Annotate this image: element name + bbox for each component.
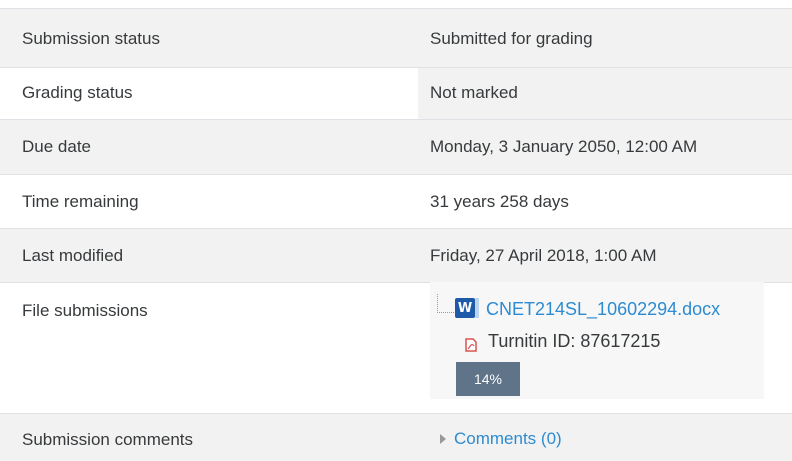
table-row: Due date Monday, 3 January 2050, 12:00 A… (0, 119, 792, 174)
turnitin-icon (465, 338, 477, 352)
due-date-value: Monday, 3 January 2050, 12:00 AM (430, 137, 698, 156)
grading-status-value: Not marked (430, 83, 518, 102)
table-row: Submission comments (0, 413, 792, 461)
time-remaining-value: 31 years 258 days (430, 192, 569, 211)
row-label-grading-status: Grading status (22, 83, 133, 102)
row-label-submission-status: Submission status (22, 29, 160, 48)
triangle-right-icon[interactable] (440, 434, 446, 444)
similarity-score-badge[interactable]: 14% (456, 362, 520, 396)
row-label-file-submissions: File submissions (22, 301, 148, 320)
turnitin-id: Turnitin ID: 87617215 (488, 331, 661, 351)
last-modified-value: Friday, 27 April 2018, 1:00 AM (430, 246, 657, 265)
file-tree-connector (437, 294, 454, 313)
comments-link[interactable]: Comments (0) (454, 429, 562, 449)
row-label-submission-comments: Submission comments (22, 430, 194, 449)
table-row: Time remaining 31 years 258 days (0, 174, 792, 228)
row-label-time-remaining: Time remaining (22, 192, 139, 211)
table-row: Last modified Friday, 27 April 2018, 1:0… (0, 228, 792, 282)
table-row: Grading status Not marked (0, 67, 792, 119)
row-label-due-date: Due date (22, 137, 91, 156)
table-row: Submission status Submitted for grading (0, 8, 792, 67)
submission-status-value: Submitted for grading (430, 29, 593, 48)
file-download-link[interactable]: CNET214SL_10602294.docx (486, 299, 720, 320)
word-document-icon[interactable]: W (455, 298, 479, 318)
row-label-last-modified: Last modified (22, 246, 124, 265)
submission-status-table: Submission status Submitted for grading … (0, 0, 792, 461)
